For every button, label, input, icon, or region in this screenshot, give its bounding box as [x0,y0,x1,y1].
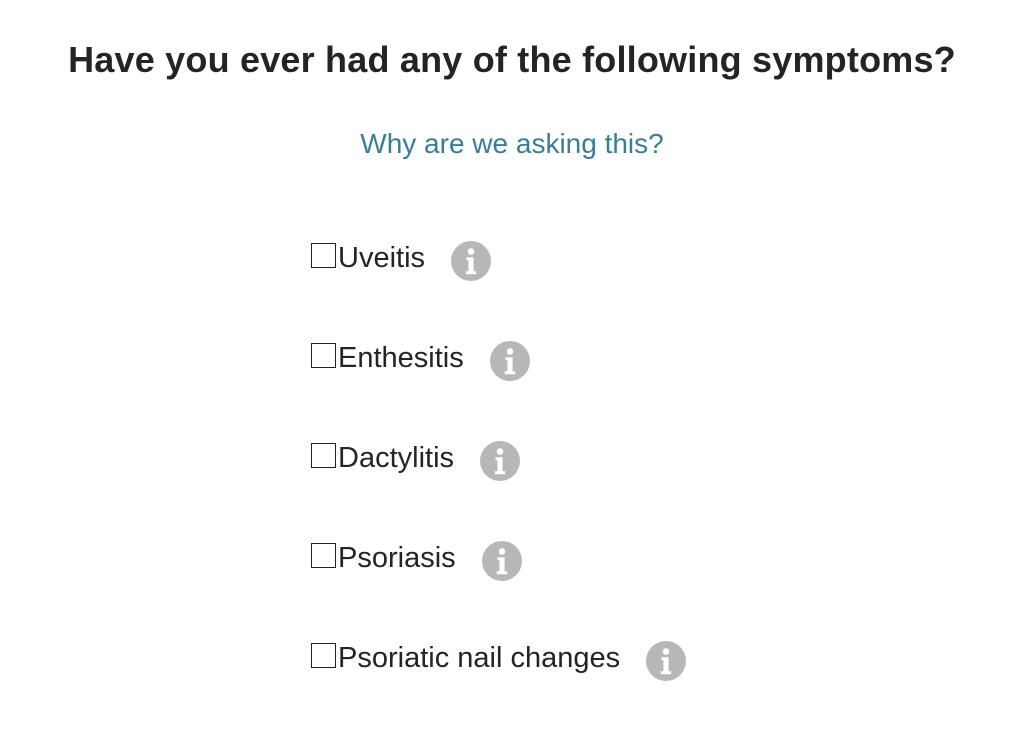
option-dactylitis: Dactylitis [311,436,911,481]
info-icon[interactable] [489,341,530,381]
option-enthesitis: Enthesitis [311,336,911,381]
symptom-options-list: Uveitis Enthesitis Dactylitis Psoriasis … [311,236,911,736]
dactylitis-label[interactable]: Dactylitis [338,440,454,476]
enthesitis-label[interactable]: Enthesitis [338,340,464,376]
dactylitis-checkbox[interactable] [311,442,336,468]
psoriatic-nail-changes-label[interactable]: Psoriatic nail changes [338,640,620,676]
why-asking-link[interactable]: Why are we asking this? [0,126,1024,162]
info-icon[interactable] [646,641,687,681]
info-icon[interactable] [480,441,521,481]
option-psoriatic-nail-changes: Psoriatic nail changes [311,636,911,681]
uveitis-checkbox[interactable] [311,242,336,268]
psoriasis-label[interactable]: Psoriasis [338,540,456,576]
enthesitis-checkbox[interactable] [311,342,336,368]
question-title: Have you ever had any of the following s… [68,39,956,80]
option-uveitis: Uveitis [311,236,911,281]
option-psoriasis: Psoriasis [311,536,911,581]
uveitis-label[interactable]: Uveitis [338,240,425,276]
info-icon[interactable] [481,541,522,581]
psoriasis-checkbox[interactable] [311,542,336,568]
psoriatic-nail-changes-checkbox[interactable] [311,642,336,668]
info-icon[interactable] [451,241,492,281]
